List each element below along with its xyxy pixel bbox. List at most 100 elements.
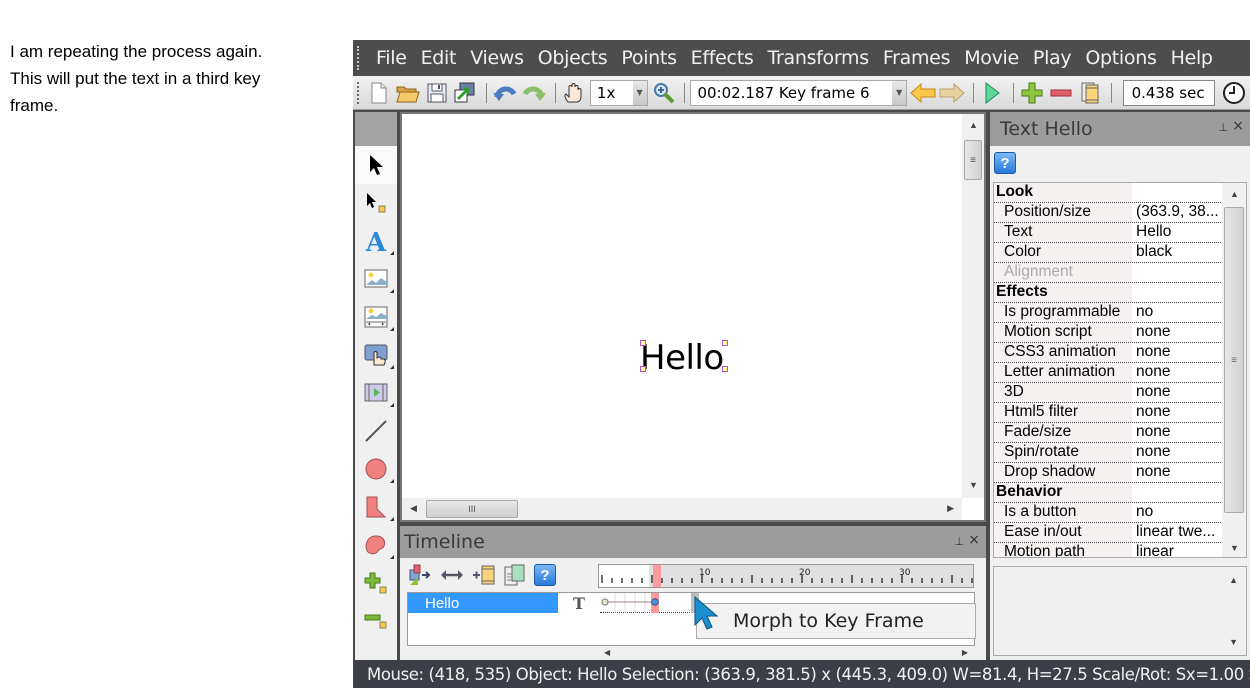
resize-handle-top-left[interactable] bbox=[640, 340, 646, 346]
resize-handle-top-right[interactable] bbox=[722, 340, 728, 346]
resize-handle-bottom-right[interactable] bbox=[722, 366, 728, 372]
video-tool[interactable] bbox=[355, 374, 397, 412]
property-row[interactable]: Is programmable no bbox=[994, 303, 1223, 323]
menu-points[interactable]: Points bbox=[614, 47, 683, 69]
object-morph-icon[interactable] bbox=[408, 564, 432, 586]
property-row[interactable]: CSS3 animation none bbox=[994, 343, 1223, 363]
chevron-down-icon[interactable]: ▼ bbox=[632, 80, 647, 105]
close-icon[interactable]: × bbox=[1232, 118, 1244, 134]
text-tool[interactable]: A bbox=[355, 222, 397, 260]
property-value[interactable]: none bbox=[1132, 463, 1223, 482]
property-row[interactable]: Ease in/out linear twe... bbox=[994, 523, 1223, 543]
property-row[interactable]: Motion script none bbox=[994, 323, 1223, 343]
insert-frame-icon[interactable] bbox=[472, 564, 496, 586]
property-row[interactable]: Motion path linear bbox=[994, 543, 1223, 557]
property-value[interactable]: no bbox=[1132, 303, 1223, 322]
scroll-right-icon[interactable]: ▶ bbox=[947, 503, 954, 514]
menubar-grip[interactable] bbox=[357, 46, 360, 70]
menu-options[interactable]: Options bbox=[1078, 47, 1163, 69]
menu-frames[interactable]: Frames bbox=[876, 47, 957, 69]
scroll-left-icon[interactable]: ◀ bbox=[604, 648, 610, 657]
timing-button[interactable] bbox=[1221, 80, 1247, 106]
timeline-help-button[interactable]: ? bbox=[534, 564, 556, 586]
property-row[interactable]: Color black bbox=[994, 243, 1223, 263]
chevron-down-icon[interactable]: ▼ bbox=[892, 80, 907, 105]
current-frame-marker[interactable] bbox=[653, 565, 661, 587]
zoom-select[interactable]: 1x ▼ bbox=[589, 79, 648, 106]
pan-button[interactable] bbox=[561, 80, 587, 106]
menu-file[interactable]: File bbox=[369, 47, 414, 69]
property-grid-scrollbar[interactable]: ▲ ≡ ▼ bbox=[1222, 183, 1246, 557]
export-button[interactable] bbox=[453, 80, 479, 106]
stretch-horizontal-icon[interactable] bbox=[440, 568, 464, 582]
menu-views[interactable]: Views bbox=[463, 47, 531, 69]
stage-vertical-scrollbar[interactable]: ▲ ≡ ▼ bbox=[962, 114, 984, 498]
menu-transforms[interactable]: Transforms bbox=[760, 47, 875, 69]
property-value[interactable]: no bbox=[1132, 503, 1223, 522]
open-button[interactable] bbox=[395, 80, 421, 106]
slideshow-tool[interactable] bbox=[355, 298, 397, 336]
button-tool[interactable] bbox=[355, 336, 397, 374]
resize-handle-bottom-left[interactable] bbox=[640, 366, 646, 372]
property-row[interactable]: Drop shadow none bbox=[994, 463, 1223, 483]
circle-tool[interactable] bbox=[355, 450, 397, 488]
pin-icon[interactable]: ⊥ bbox=[954, 535, 964, 548]
add-point-tool[interactable] bbox=[355, 564, 397, 602]
point-select-tool[interactable] bbox=[355, 184, 397, 222]
line-tool[interactable] bbox=[355, 412, 397, 450]
timeline-scrollbar[interactable]: ◀ ▶ bbox=[600, 648, 976, 660]
menu-edit[interactable]: Edit bbox=[414, 47, 464, 69]
scroll-down-icon[interactable]: ▼ bbox=[969, 480, 978, 490]
menu-objects[interactable]: Objects bbox=[531, 47, 615, 69]
scrollbar-thumb[interactable]: III bbox=[426, 500, 518, 518]
select-tool[interactable] bbox=[355, 146, 397, 184]
properties-help-button[interactable]: ? bbox=[994, 152, 1016, 174]
freeform-tool[interactable] bbox=[355, 526, 397, 564]
property-value[interactable]: none bbox=[1132, 323, 1223, 342]
stage-canvas[interactable]: Hello bbox=[402, 114, 962, 498]
frame-properties-button[interactable] bbox=[1077, 80, 1103, 106]
timeline-row-label[interactable]: Hello bbox=[408, 593, 558, 613]
timeline-ruler[interactable]: 10 20 30 bbox=[598, 564, 974, 588]
stage-horizontal-scrollbar[interactable]: ◀ III ▶ bbox=[402, 498, 962, 520]
remove-point-tool[interactable] bbox=[355, 602, 397, 640]
property-value[interactable]: Hello bbox=[1132, 223, 1223, 242]
save-button[interactable] bbox=[424, 80, 450, 106]
new-file-button[interactable] bbox=[366, 80, 392, 106]
property-row[interactable]: Html5 filter none bbox=[994, 403, 1223, 423]
close-icon[interactable]: × bbox=[968, 532, 980, 548]
property-value[interactable]: none bbox=[1132, 383, 1223, 402]
menu-movie[interactable]: Movie bbox=[957, 47, 1026, 69]
frame-duration-field[interactable]: 0.438 sec bbox=[1122, 79, 1216, 106]
frame-list-icon[interactable] bbox=[504, 564, 526, 586]
property-value[interactable]: none bbox=[1132, 403, 1223, 422]
scroll-down-icon[interactable]: ▼ bbox=[1229, 637, 1238, 647]
property-row[interactable]: Alignment bbox=[994, 263, 1223, 283]
image-tool[interactable] bbox=[355, 260, 397, 298]
property-row[interactable]: 3D none bbox=[994, 383, 1223, 403]
property-value[interactable]: none bbox=[1132, 443, 1223, 462]
undo-button[interactable] bbox=[492, 80, 518, 106]
property-value[interactable]: linear twe... bbox=[1132, 523, 1223, 542]
frame-select[interactable]: 00:02.187 Key frame 6 ▼ bbox=[690, 79, 908, 106]
property-value[interactable]: black bbox=[1132, 243, 1223, 262]
add-frame-button[interactable] bbox=[1019, 80, 1045, 106]
menu-help[interactable]: Help bbox=[1164, 47, 1220, 69]
next-keyframe-button[interactable] bbox=[939, 80, 965, 106]
property-row[interactable]: Position/size (363.9, 38... bbox=[994, 203, 1223, 223]
property-value[interactable]: none bbox=[1132, 363, 1223, 382]
toolbar-grip[interactable] bbox=[357, 81, 360, 104]
text-object-hello[interactable]: Hello bbox=[640, 338, 724, 378]
scrollbar-thumb[interactable]: ≡ bbox=[964, 140, 982, 180]
scroll-down-icon[interactable]: ▼ bbox=[1230, 543, 1239, 553]
property-value[interactable]: (363.9, 38... bbox=[1132, 203, 1223, 222]
property-value[interactable]: linear bbox=[1132, 543, 1223, 557]
property-value[interactable]: none bbox=[1132, 343, 1223, 362]
scroll-up-icon[interactable]: ▲ bbox=[969, 120, 978, 130]
play-button[interactable] bbox=[979, 80, 1005, 106]
property-row[interactable]: Letter animation none bbox=[994, 363, 1223, 383]
redo-button[interactable] bbox=[521, 80, 547, 106]
scrollbar-thumb[interactable]: ≡ bbox=[1224, 207, 1244, 513]
remove-frame-button[interactable] bbox=[1048, 80, 1074, 106]
property-row[interactable]: Fade/size none bbox=[994, 423, 1223, 443]
